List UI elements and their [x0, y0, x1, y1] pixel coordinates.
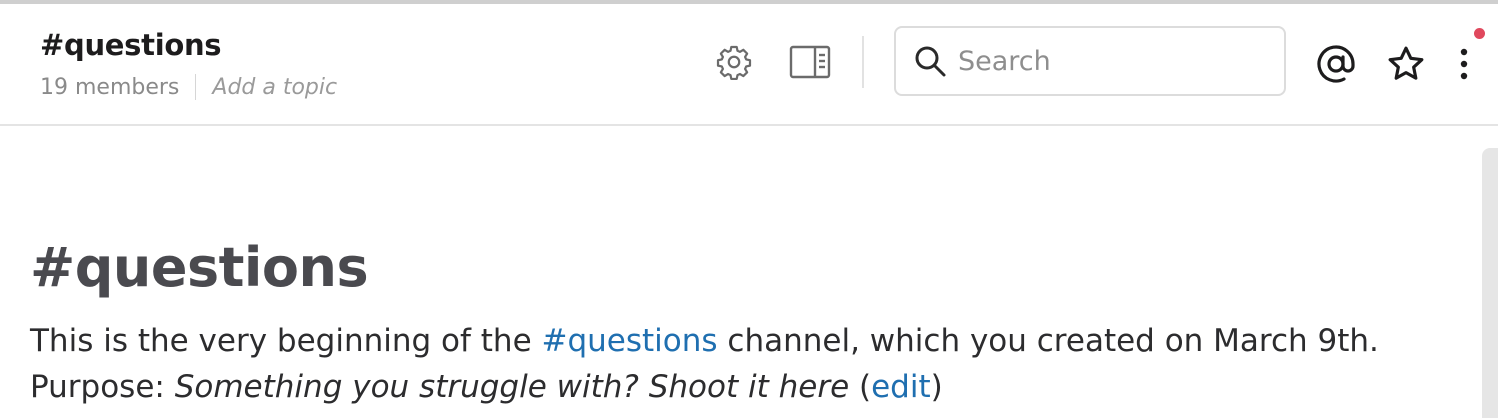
intro-suffix: channel, which you created on March 9th. — [717, 323, 1379, 359]
meta-divider — [195, 74, 197, 100]
purpose-text: Something you struggle with? Shoot it he… — [174, 369, 850, 405]
at-icon — [1317, 45, 1355, 83]
gear-icon — [716, 45, 752, 81]
channel-link[interactable]: #questions — [542, 323, 718, 359]
more-actions-button[interactable] — [1446, 40, 1482, 88]
search-input[interactable] — [956, 44, 1260, 78]
channel-settings-button[interactable] — [712, 40, 756, 84]
intro-line-beginning: This is the very beginning of the #quest… — [30, 318, 1379, 364]
channel-title[interactable]: #questions — [40, 28, 222, 62]
panel-icon — [789, 45, 831, 79]
starred-items-button[interactable] — [1380, 40, 1432, 88]
more-vertical-icon — [1460, 48, 1468, 80]
channel-details-button[interactable] — [786, 40, 834, 84]
edit-purpose-link[interactable]: edit — [871, 369, 931, 405]
scrollbar[interactable] — [1482, 148, 1498, 418]
intro-line-purpose: Purpose: Something you struggle with? Sh… — [30, 364, 1379, 410]
intro-prefix: This is the very beginning of the — [30, 323, 542, 359]
member-count[interactable]: 19 members — [40, 75, 179, 100]
paren-close: ) — [930, 369, 943, 405]
notification-dot — [1474, 28, 1485, 39]
mentions-button[interactable] — [1310, 40, 1362, 88]
channel-intro-title: #questions — [30, 236, 369, 299]
paren-open: ( — [849, 369, 872, 405]
star-icon — [1388, 46, 1424, 80]
search-icon — [910, 41, 950, 81]
add-topic-link[interactable]: Add a topic — [212, 75, 337, 100]
channel-meta: 19 members Add a topic — [40, 74, 337, 100]
toolbar-divider — [862, 36, 864, 88]
channel-intro-text: This is the very beginning of the #quest… — [30, 318, 1379, 410]
purpose-label: Purpose: — [30, 369, 175, 405]
search-box[interactable] — [894, 26, 1286, 96]
